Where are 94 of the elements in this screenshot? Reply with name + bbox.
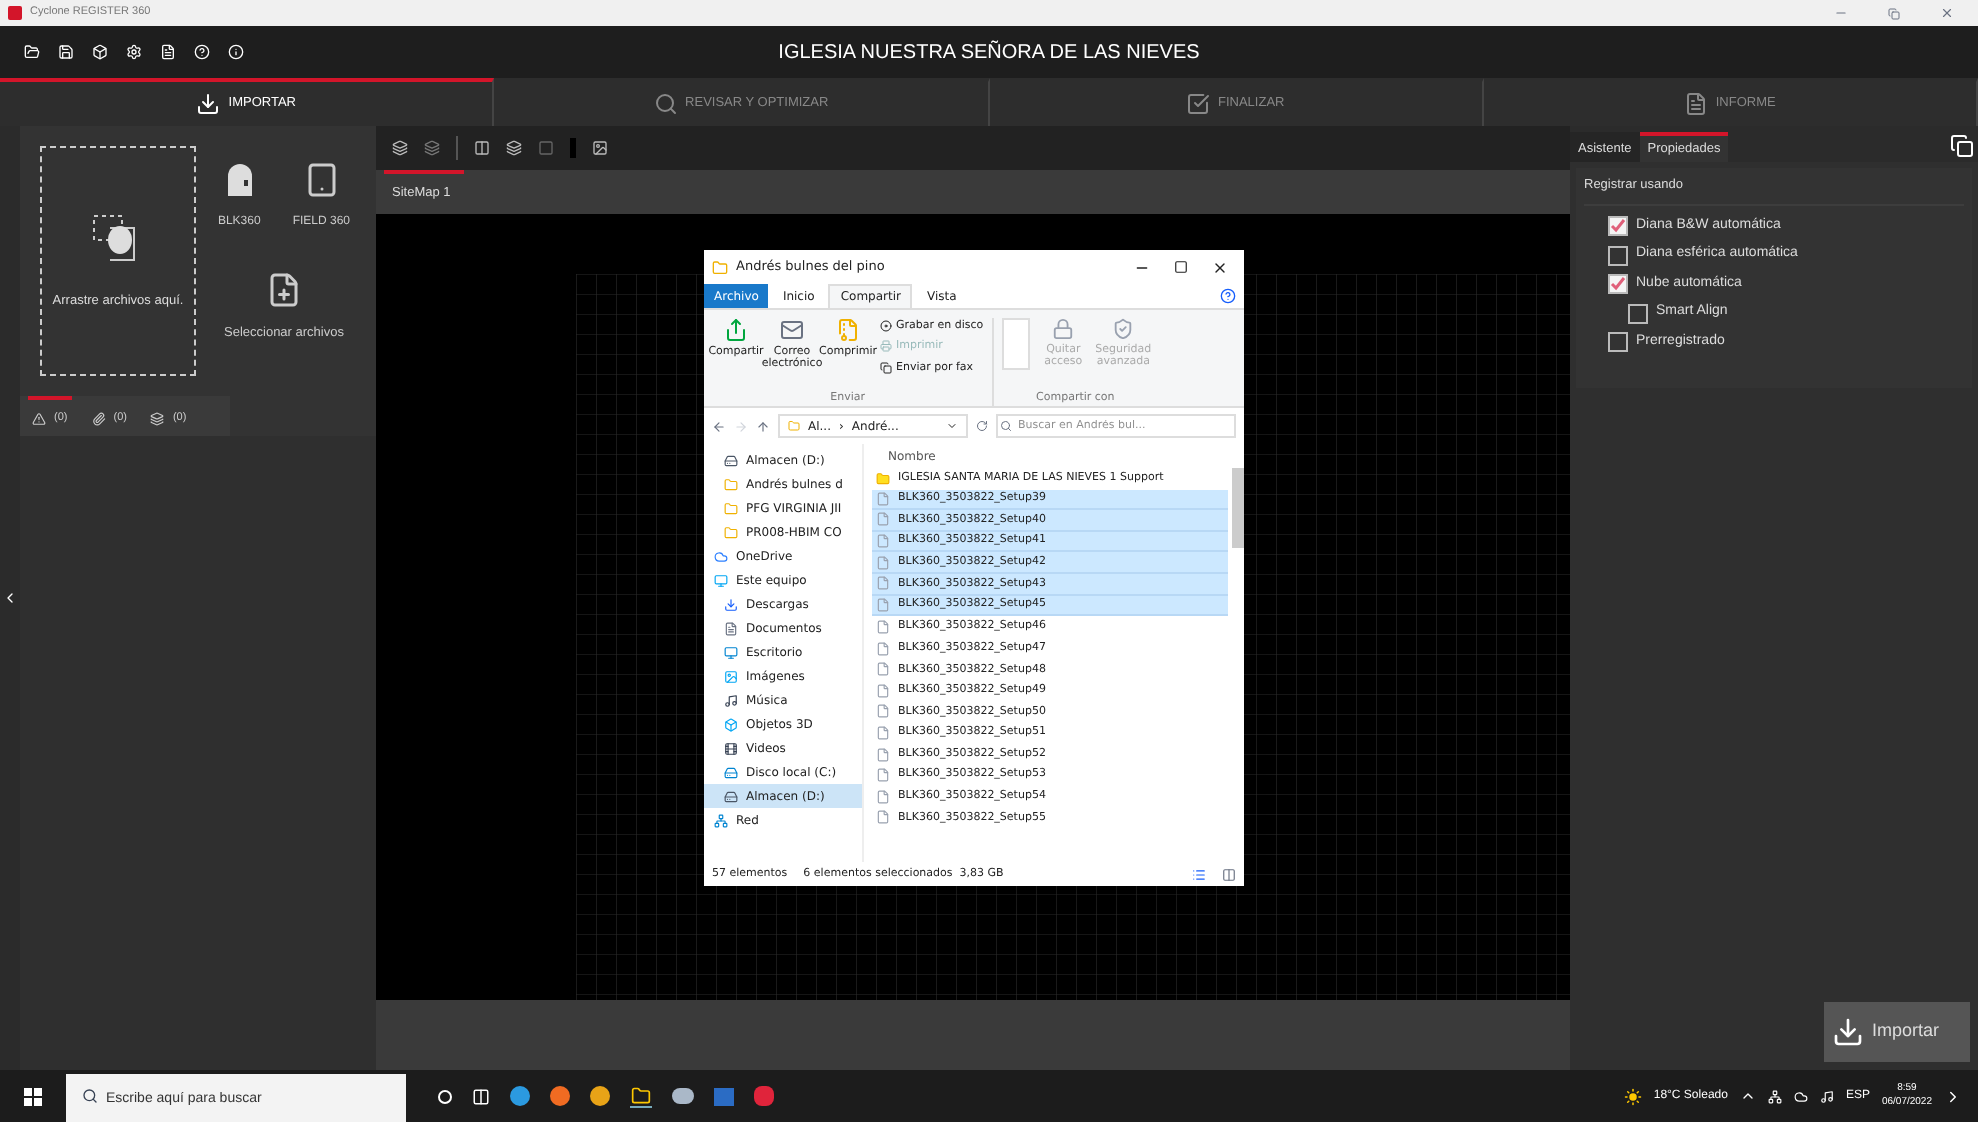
chevron-up-icon[interactable]	[1739, 1088, 1756, 1104]
folder-icon	[712, 259, 728, 275]
close-icon[interactable]	[1212, 259, 1228, 275]
file-icon	[876, 619, 890, 634]
back-icon[interactable]	[712, 419, 726, 433]
nav-icon	[724, 789, 738, 803]
search-icon	[1000, 420, 1012, 432]
checkmark-icon	[1610, 276, 1626, 292]
nav-icon	[724, 645, 738, 659]
refresh-icon[interactable]	[976, 420, 988, 432]
nav-icon	[724, 453, 738, 467]
ribbon-icon	[724, 318, 748, 342]
tab-icon	[150, 411, 165, 425]
grid-view-icon[interactable]	[474, 140, 490, 156]
add-file-icon	[265, 272, 302, 308]
cortana-icon[interactable]	[438, 1089, 452, 1103]
nav-icon	[714, 549, 728, 563]
file-icon	[876, 789, 890, 804]
app-logo-icon	[8, 6, 22, 20]
nav-icon	[724, 525, 738, 539]
restore-icon[interactable]	[1888, 7, 1900, 19]
ribbon-icon	[1112, 318, 1135, 340]
file-icon	[876, 810, 890, 825]
file-icon	[876, 555, 890, 570]
scanner-icon	[223, 162, 256, 198]
cloud-icon[interactable]	[1793, 1089, 1808, 1103]
file-icon	[876, 704, 890, 719]
nav-icon	[724, 501, 738, 515]
nav-icon	[724, 741, 738, 755]
checkbox[interactable]	[1608, 216, 1628, 236]
tiles-view-icon[interactable]	[1222, 867, 1236, 881]
file-icon	[876, 576, 890, 591]
file-icon	[876, 683, 890, 698]
project-title: IGLESIA NUESTRA SEÑORA DE LAS NIEVES	[778, 38, 1200, 67]
ribbon-icon	[780, 318, 804, 342]
file-icon	[876, 747, 890, 762]
disc-icon	[880, 320, 892, 333]
nav-icon	[714, 813, 728, 827]
search-icon	[82, 1088, 98, 1104]
window-icon[interactable]	[1950, 134, 1974, 158]
network-icon[interactable]	[1767, 1089, 1782, 1103]
nav-icon	[724, 717, 738, 731]
tab-icon	[32, 411, 46, 425]
step-icon	[196, 92, 221, 116]
collapse-icon[interactable]	[2, 590, 18, 606]
checkbox[interactable]	[1608, 332, 1628, 352]
folder-icon	[876, 471, 890, 486]
nav-icon	[724, 597, 738, 611]
checkbox[interactable]	[1608, 274, 1628, 294]
file-icon	[876, 662, 890, 677]
checkbox[interactable]	[1628, 303, 1648, 323]
dropdown-icon	[946, 420, 958, 432]
file-icon	[876, 768, 890, 783]
nav-icon	[724, 669, 738, 683]
file-icon	[876, 534, 890, 549]
nav-icon	[714, 573, 728, 587]
folder-icon	[788, 420, 800, 432]
details-view-icon[interactable]	[1192, 867, 1206, 881]
notification-icon[interactable]	[1944, 1087, 1962, 1105]
file-icon	[876, 512, 890, 527]
file-icon	[876, 597, 890, 612]
step-icon	[1186, 92, 1210, 116]
ribbon-icon	[836, 318, 860, 342]
settings-icon[interactable]	[126, 44, 142, 60]
image-icon[interactable]	[592, 140, 608, 156]
save-icon[interactable]	[58, 44, 74, 60]
tab-icon	[91, 411, 106, 425]
app-icon[interactable]	[672, 1088, 694, 1104]
windows-logo-icon[interactable]	[24, 1087, 42, 1105]
up-icon[interactable]	[756, 419, 770, 433]
step-icon	[653, 92, 678, 116]
nav-icon	[724, 621, 738, 635]
file-icon	[876, 725, 890, 740]
import-button[interactable]: Importar	[1824, 1002, 1970, 1062]
download-icon	[1832, 1016, 1864, 1048]
file-icon	[876, 491, 890, 506]
maximize-icon[interactable]	[1174, 260, 1188, 274]
task-view-icon[interactable]	[472, 1087, 490, 1105]
step-icon	[1683, 92, 1708, 116]
nav-icon	[724, 765, 738, 779]
sun-icon	[1623, 1087, 1642, 1105]
folder-icon[interactable]	[630, 1085, 652, 1107]
info-icon[interactable]	[228, 44, 244, 60]
printer-icon	[880, 340, 892, 353]
file-icon	[876, 641, 890, 656]
cube-icon[interactable]	[92, 44, 108, 60]
nav-icon	[724, 693, 738, 707]
document-icon[interactable]	[160, 44, 176, 60]
nav-icon	[724, 477, 738, 491]
scrollbar[interactable]	[1232, 468, 1244, 548]
checkbox[interactable]	[1608, 245, 1628, 265]
tablet-icon	[303, 162, 340, 198]
checkmark-icon	[1610, 218, 1626, 234]
ribbon-icon	[1052, 318, 1075, 340]
